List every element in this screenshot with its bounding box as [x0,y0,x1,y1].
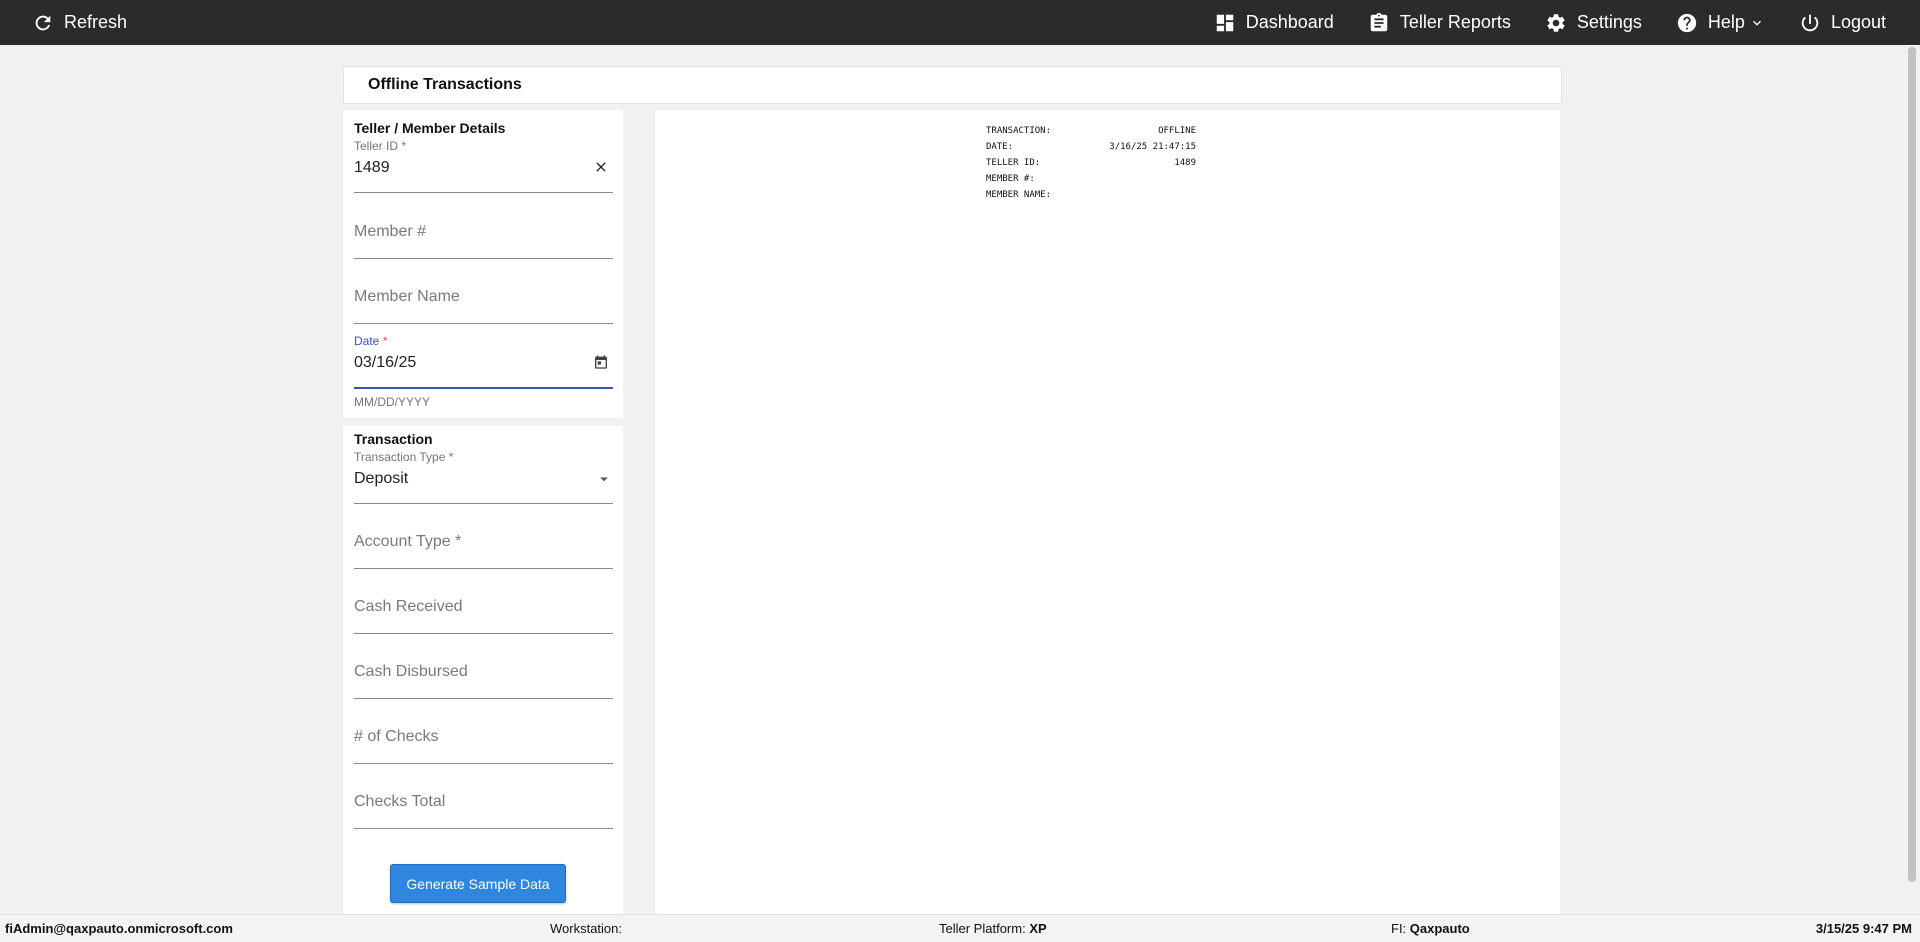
chevron-down-icon [1752,20,1761,26]
status-datetime: 3/15/25 9:47 PM [1815,921,1912,936]
member-number-field[interactable]: Member # [354,220,613,260]
nav-teller-reports-label: Teller Reports [1399,12,1511,32]
receipt-preview-panel: TRANSACTION: OFFLINE DATE: 3/16/25 21:47:1… [655,110,1560,914]
nav-logout-label: Logout [1830,12,1886,32]
page-title-card: Offline Transactions [343,66,1562,104]
refresh-label: Refresh [64,12,128,32]
teller-id-label: Teller ID * [354,139,407,153]
transaction-type-value: Deposit [354,470,409,487]
transaction-type-underline [354,503,613,504]
status-platform: Teller Platform: XP [939,921,1047,936]
power-icon [1801,14,1819,31]
cash-received-underline [354,633,613,634]
nav-help-label: Help [1707,12,1745,32]
checks-total-input[interactable]: Checks Total [354,790,613,830]
clipboard-icon [1370,12,1388,31]
page-scrollbar[interactable] [1904,45,1920,914]
receipt-row: TRANSACTION: OFFLINE [986,126,1196,136]
clear-icon[interactable] [593,159,609,175]
dropdown-arrow-icon[interactable] [595,470,613,488]
transaction-type-label: Transaction Type * [354,450,454,464]
cash-disbursed-input[interactable]: Cash Disbursed [354,660,613,700]
member-name-field[interactable]: Member Name [354,285,613,325]
section-divider [343,418,623,426]
nav-settings[interactable]: Settings [1545,0,1642,45]
status-bar: fiAdmin@qaxpauto.onmicrosoft.com Worksta… [0,914,1920,942]
teller-id-value[interactable]: 1489 [354,153,613,179]
nav-teller-reports[interactable]: Teller Reports [1368,0,1511,45]
nav-logout[interactable]: Logout [1799,0,1886,45]
generate-sample-data-button[interactable]: Generate Sample Data [390,864,566,903]
cash-received-placeholder: Cash Received [354,598,463,615]
teller-id-field[interactable]: Teller ID * 1489 [354,139,613,194]
num-checks-underline [354,763,613,764]
nav-help[interactable]: Help [1676,0,1765,45]
member-number-underline [354,258,613,259]
calendar-icon[interactable] [593,354,609,370]
transaction-panel: Transaction Transaction Type * Deposit A… [343,426,623,914]
cash-disbursed-underline [354,698,613,699]
gear-icon [1547,13,1565,32]
receipt-row: MEMBER NAME: [986,190,1052,200]
nav-dashboard-label: Dashboard [1245,12,1334,32]
receipt-row: DATE: 3/16/25 21:47:15 [986,142,1196,152]
member-name-placeholder: Member Name [354,288,460,305]
num-checks-placeholder: # of Checks [354,728,439,745]
nav-dashboard[interactable]: Dashboard [1214,0,1334,45]
account-type-placeholder: Account Type * [354,533,462,550]
top-navbar: Refresh Dashboard Teller Reports Setting… [0,0,1920,45]
page-title: Offline Transactions [368,76,522,93]
num-checks-input[interactable]: # of Checks [354,725,613,765]
checks-total-underline [354,828,613,829]
status-workstation: Workstation: [550,921,623,936]
receipt-row: TELLER ID: 1489 [986,158,1196,168]
account-type-underline [354,568,613,569]
member-name-underline [354,323,613,324]
receipt-text: TRANSACTION: OFFLINE DATE: 3/16/25 21:47:1… [986,123,1196,203]
cash-disbursed-placeholder: Cash Disbursed [354,663,468,680]
status-fi: FI: Qaxpauto [1391,921,1470,936]
scrollbar-thumb[interactable] [1908,47,1916,882]
help-icon [1677,13,1697,32]
receipt-row: MEMBER #: [986,174,1035,184]
status-user: fiAdmin@qaxpauto.onmicrosoft.com [5,921,233,936]
date-field[interactable]: Date * 03/16/25 MM/DD/YYYY [354,334,613,414]
teller-id-underline [354,192,613,193]
dashboard-icon [1216,14,1233,31]
date-value[interactable]: 03/16/25 [354,348,613,374]
checks-total-placeholder: Checks Total [354,793,446,810]
cash-received-input[interactable]: Cash Received [354,595,613,635]
date-hint: MM/DD/YYYY [354,395,431,409]
date-underline [354,387,613,389]
date-label: Date * [354,334,388,348]
account-type-select[interactable]: Account Type * [354,530,613,570]
nav-settings-label: Settings [1576,12,1642,32]
refresh-button[interactable]: Refresh [32,0,127,45]
member-section-title: Teller / Member Details [354,120,506,136]
transaction-type-select[interactable]: Transaction Type * Deposit [354,450,613,505]
member-number-placeholder: Member # [354,223,427,240]
refresh-icon [35,15,51,30]
transaction-section-title: Transaction [354,431,433,447]
